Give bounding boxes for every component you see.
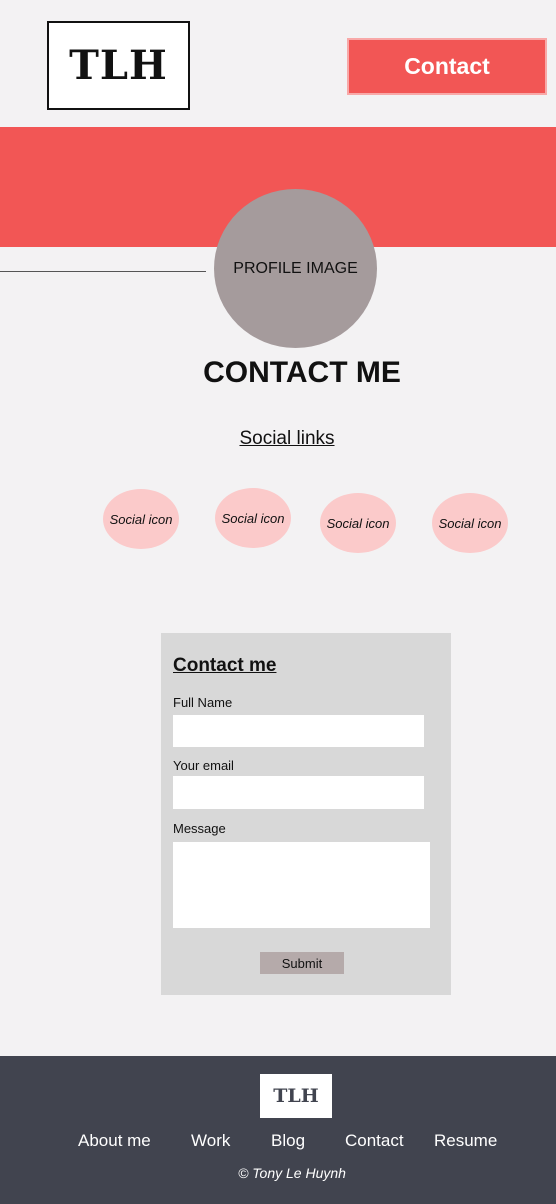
social-icon-2[interactable]: Social icon [215,488,291,548]
footer-nav-blog[interactable]: Blog [271,1131,305,1151]
divider-line [0,271,206,272]
form-title: Contact me [173,655,277,676]
message-textarea[interactable] [173,842,430,928]
footer-nav-about[interactable]: About me [78,1131,151,1151]
social-icon-3[interactable]: Social icon [320,493,396,553]
footer-logo[interactable]: TLH [260,1074,332,1118]
email-label: Your email [173,758,234,773]
contact-form: Contact me Full Name Your email Message … [161,633,451,995]
footer-nav-contact[interactable]: Contact [345,1131,404,1151]
copyright-text: © Tony Le Huynh [238,1165,346,1181]
page-title: CONTACT ME [203,356,401,389]
full-name-label: Full Name [173,695,233,710]
social-icon-label: Social icon [109,511,173,527]
full-name-input[interactable] [173,715,424,747]
social-links-heading: Social links [239,428,335,449]
site-footer: TLH About me Work Blog Contact Resume © … [0,1056,556,1204]
profile-image-placeholder: PROFILE IMAGE [233,259,358,277]
site-logo[interactable]: TLH [47,21,190,110]
contact-button[interactable]: Contact [347,38,547,95]
footer-nav-work[interactable]: Work [191,1131,230,1151]
social-icon-1[interactable]: Social icon [103,489,179,549]
social-icon-label: Social icon [221,510,285,526]
social-icon-label: Social icon [326,515,390,531]
site-header: TLH Contact [0,0,556,127]
social-icon-label: Social icon [438,515,502,531]
message-label: Message [173,821,226,836]
profile-image: PROFILE IMAGE [214,189,377,348]
footer-nav-resume[interactable]: Resume [434,1131,497,1151]
submit-button[interactable]: Submit [260,952,344,974]
social-icon-4[interactable]: Social icon [432,493,508,553]
footer-logo-text: TLH [273,1085,319,1107]
email-input[interactable] [173,776,424,809]
